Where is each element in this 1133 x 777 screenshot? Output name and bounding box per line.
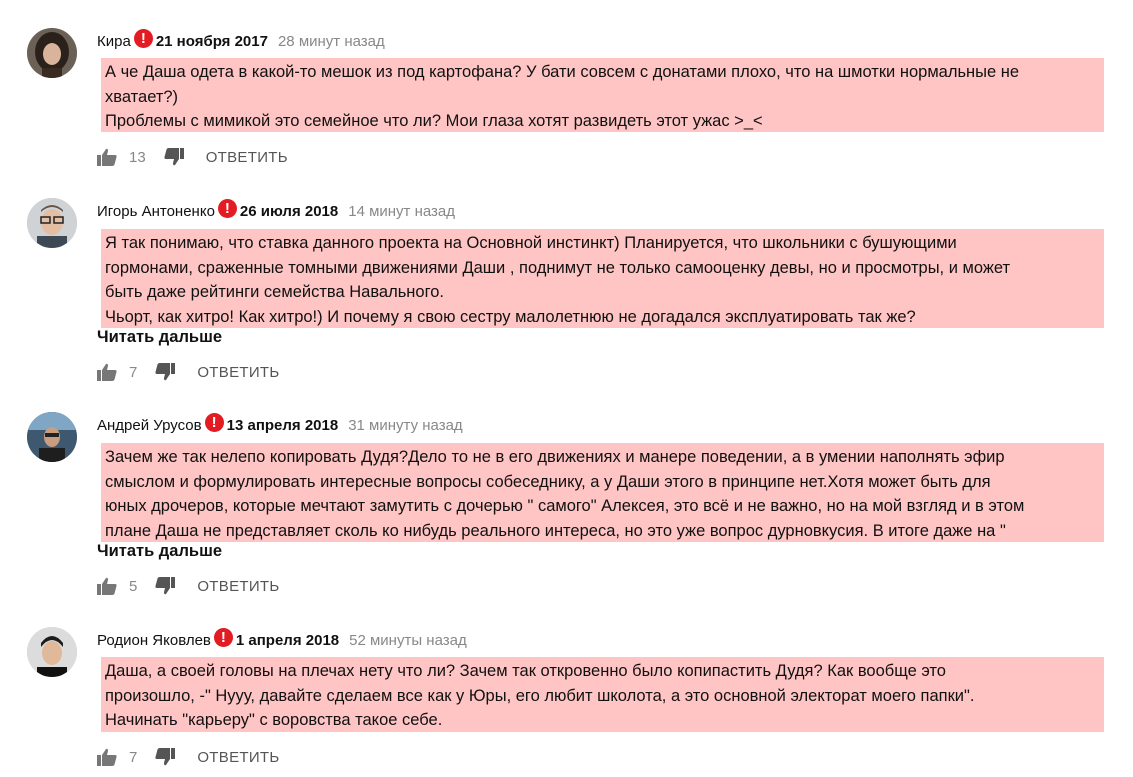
comment-text: Я так понимаю, что ставка данного проект… (101, 229, 1104, 328)
reply-button[interactable]: ОТВЕТИТЬ (197, 749, 279, 766)
comment-header: Кира ! 21 ноября 2017 28 минут назад (97, 28, 385, 52)
thumbs-down-icon (155, 748, 176, 766)
warning-icon: ! (217, 198, 237, 218)
avatar[interactable] (27, 28, 77, 78)
warning-icon: ! (204, 412, 224, 432)
comment-line: юных дрочеров, которые мечтают замутить … (105, 497, 1025, 515)
reply-button[interactable]: ОТВЕТИТЬ (197, 578, 279, 595)
thumbs-down-icon (155, 363, 176, 381)
comment-actions: 13 ОТВЕТИТЬ (97, 146, 288, 168)
like-button[interactable] (97, 148, 117, 166)
like-button[interactable] (97, 363, 117, 381)
author-name[interactable]: Игорь Антоненко (97, 203, 215, 220)
comment-time[interactable]: 52 минуты назад (349, 632, 467, 649)
comment-line: Чьорт, как хитро! Как хитро!) И почему я… (105, 307, 916, 326)
thumbs-down-icon (155, 577, 176, 595)
like-button[interactable] (97, 748, 117, 766)
like-count: 7 (129, 748, 138, 766)
comment-text: А че Даша одета в какой-то мешок из под … (101, 58, 1104, 132)
dislike-button[interactable] (164, 148, 184, 166)
avatar-image (27, 198, 77, 248)
warning-icon: ! (213, 627, 233, 647)
thumbs-up-icon (97, 748, 117, 766)
comment-actions: 7 ОТВЕТИТЬ (97, 361, 280, 383)
thumbs-up-icon (97, 577, 117, 595)
avatar[interactable] (27, 627, 77, 677)
author-name[interactable]: Андрей Урусов (97, 417, 202, 434)
thumbs-up-icon (97, 363, 117, 381)
dislike-button[interactable] (155, 748, 176, 766)
author-name[interactable]: Кира (97, 33, 131, 50)
comment-header: Андрей Урусов ! 13 апреля 2018 31 минуту… (97, 412, 463, 436)
comment-line: Я так понимаю, что ставка данного проект… (105, 234, 957, 252)
avatar[interactable] (27, 412, 77, 462)
read-more-link[interactable]: Читать дальше (97, 542, 222, 561)
comment-line: гормонами, сраженные томными движениями … (105, 258, 1011, 277)
like-button[interactable] (97, 577, 117, 595)
warning-icon: ! (133, 28, 153, 48)
registration-date: 1 апреля 2018 (235, 631, 340, 649)
avatar-image (27, 28, 77, 78)
comment-line: Зачем же так нелепо копировать Дудя?Дело… (105, 448, 1005, 466)
like-count: 7 (129, 363, 138, 381)
dislike-button[interactable] (155, 363, 176, 381)
comment-line: хватает?) (105, 87, 179, 106)
like-count: 13 (129, 148, 146, 166)
comment-text: Даша, а своей головы на плечах нету что … (101, 657, 1104, 732)
author-name[interactable]: Родион Яковлев (97, 632, 211, 649)
comment-time[interactable]: 14 минут назад (348, 203, 455, 220)
thumbs-down-icon (164, 148, 184, 166)
comment-line: А че Даша одета в какой-то мешок из под … (105, 63, 1020, 81)
registration-date: 13 апреля 2018 (226, 416, 339, 434)
comment-header: Родион Яковлев ! 1 апреля 2018 52 минуты… (97, 627, 467, 651)
comment-actions: 5 ОТВЕТИТЬ (97, 575, 280, 597)
comment-line: смыслом и формулировать интересные вопро… (105, 472, 991, 491)
comment-header: Игорь Антоненко ! 26 июля 2018 14 минут … (97, 198, 455, 222)
registration-date: 21 ноября 2017 (155, 32, 268, 50)
dislike-button[interactable] (155, 577, 176, 595)
avatar-image (27, 627, 77, 677)
comment-line: плане Даша не представляет сколь ко нибу… (105, 521, 1006, 540)
registration-date: 26 июля 2018 (239, 202, 339, 220)
thumbs-up-icon (97, 148, 117, 166)
comment-line: Даша, а своей головы на плечах нету что … (105, 662, 946, 680)
comment-line: быть даже рейтинги семейства Навального. (105, 283, 445, 301)
comment-line: Начинать "карьеру" с воровства такое себ… (105, 711, 443, 729)
comment-time[interactable]: 28 минут назад (278, 33, 385, 50)
comment-line: Проблемы с мимикой это семейное что ли? … (105, 112, 763, 130)
avatar[interactable] (27, 198, 77, 248)
like-count: 5 (129, 577, 138, 595)
comment-line: произошло, -" Нууу, давайте сделаем все … (105, 686, 975, 705)
comment-time[interactable]: 31 минуту назад (348, 417, 462, 434)
reply-button[interactable]: ОТВЕТИТЬ (197, 364, 279, 381)
comment-actions: 7 ОТВЕТИТЬ (97, 746, 280, 768)
comment-text: Зачем же так нелепо копировать Дудя?Дело… (101, 443, 1104, 542)
read-more-link[interactable]: Читать дальше (97, 328, 222, 347)
avatar-image (27, 412, 77, 462)
reply-button[interactable]: ОТВЕТИТЬ (206, 149, 288, 166)
